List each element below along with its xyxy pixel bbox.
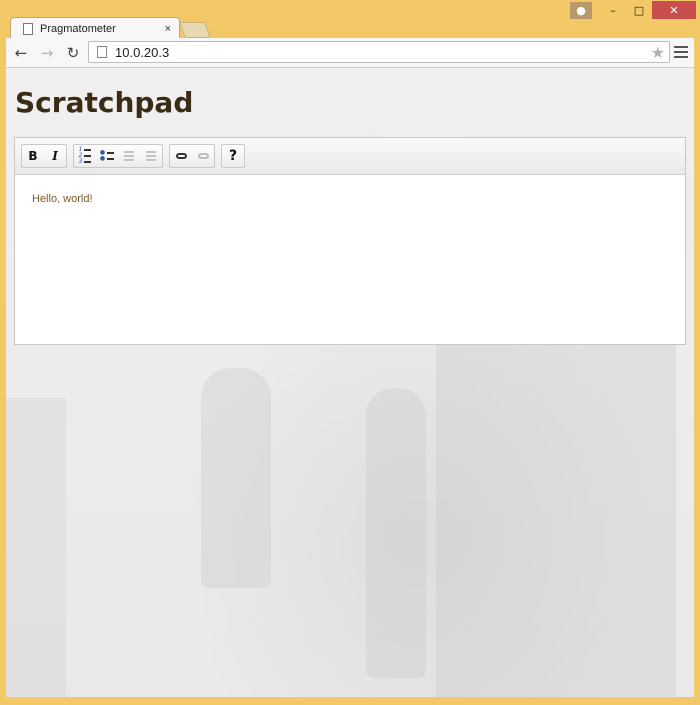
background-machine	[6, 398, 66, 697]
unlink-button[interactable]	[192, 145, 214, 167]
list-group: 1 2 3 ● ●	[73, 144, 163, 168]
browser-tab[interactable]: Pragmatometer ×	[10, 17, 180, 39]
bulleted-list-button[interactable]: ● ●	[96, 145, 118, 167]
editor-toolbar: B I 1 2 3 ● ● ?	[15, 138, 685, 175]
format-group: B I	[21, 144, 67, 168]
tab-close-icon[interactable]: ×	[165, 23, 171, 35]
ordered-list-button[interactable]: 1 2 3	[74, 145, 96, 167]
help-button[interactable]: ?	[222, 145, 244, 167]
indent-icon	[146, 151, 156, 161]
link-button[interactable]	[170, 145, 192, 167]
outdent-icon	[124, 151, 134, 161]
new-tab-button[interactable]	[179, 22, 211, 38]
link-icon	[175, 153, 187, 159]
url-text: 10.0.20.3	[115, 44, 170, 60]
page-viewport: Scratchpad B I 1 2 3 ● ● ? Hello, world!	[6, 68, 694, 697]
background-figure	[366, 388, 426, 678]
outdent-button[interactable]	[118, 145, 140, 167]
unlink-icon	[197, 153, 209, 159]
ordered-list-icon: 1 2 3	[79, 147, 92, 165]
page-icon	[23, 22, 33, 35]
forward-arrow-icon[interactable]: →	[36, 42, 58, 64]
maximize-button[interactable]: □	[626, 1, 652, 19]
window-controls: ● – □ ✕	[570, 0, 696, 20]
rich-text-editor[interactable]: B I 1 2 3 ● ● ? Hello, world!	[14, 137, 686, 345]
bulleted-list-icon: ● ●	[100, 150, 115, 162]
back-arrow-icon[interactable]: ←	[10, 42, 32, 64]
background-figure	[201, 368, 271, 588]
indent-button[interactable]	[140, 145, 162, 167]
close-window-button[interactable]: ✕	[652, 1, 696, 19]
reload-icon[interactable]: ↻	[62, 42, 84, 64]
browser-toolbar: ← → ↻ 10.0.20.3 ★	[6, 38, 694, 68]
browser-window-frame: ● – □ ✕ Pragmatometer × ← → ↻ 10.0.20.3 …	[0, 0, 700, 705]
user-profile-icon[interactable]: ●	[570, 1, 592, 19]
editor-content[interactable]: Hello, world!	[15, 175, 685, 223]
minimize-button[interactable]: –	[600, 1, 626, 19]
bookmark-star-icon[interactable]: ★	[651, 43, 665, 62]
address-bar[interactable]: 10.0.20.3 ★	[88, 41, 670, 63]
menu-icon[interactable]	[674, 44, 688, 60]
tab-title: Pragmatometer	[40, 22, 116, 35]
help-group: ?	[221, 144, 245, 168]
bold-button[interactable]: B	[22, 145, 44, 167]
page-title: Scratchpad	[15, 86, 194, 119]
page-icon	[97, 46, 107, 58]
italic-button[interactable]: I	[44, 145, 66, 167]
link-group	[169, 144, 215, 168]
background-machine	[436, 338, 676, 697]
